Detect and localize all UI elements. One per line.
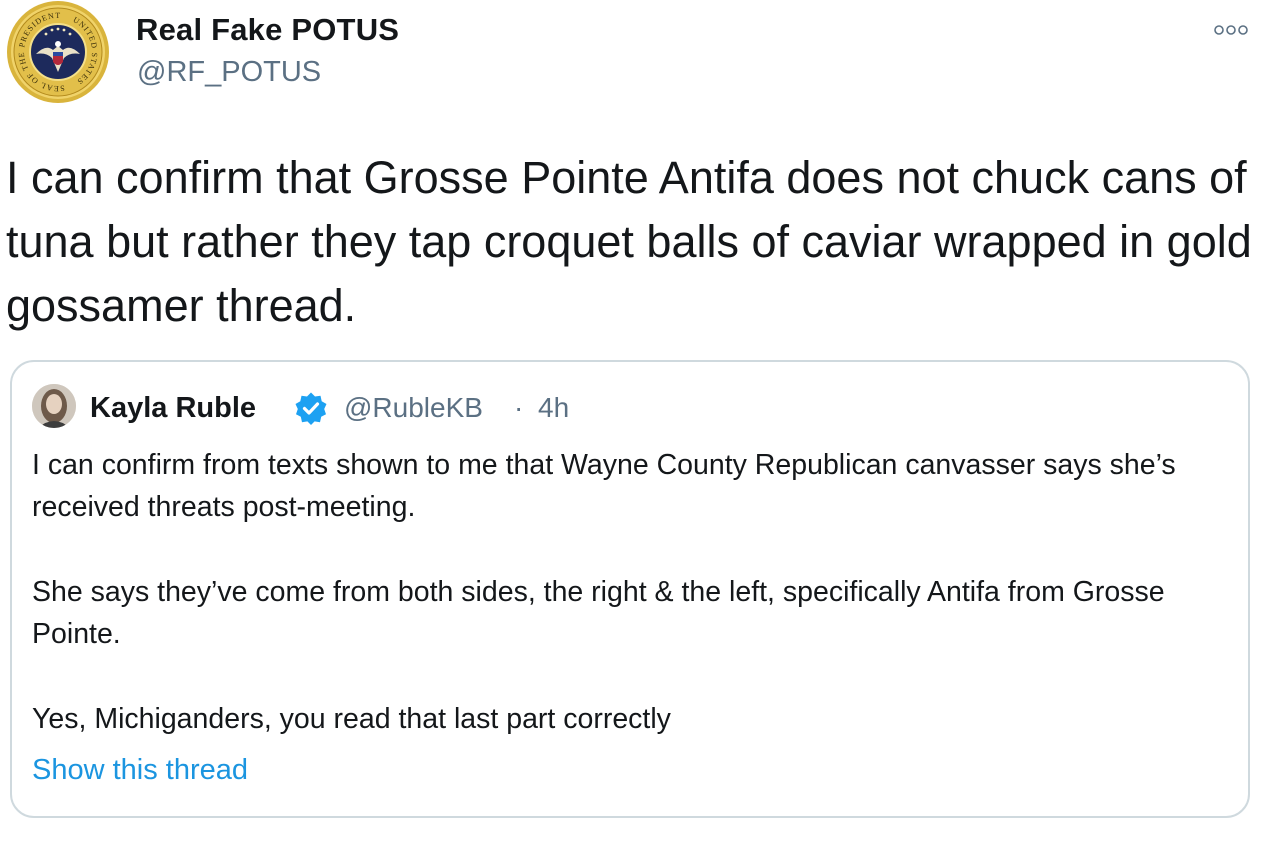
verified-badge-icon: [294, 391, 328, 425]
quoted-display-name[interactable]: Kayla Ruble: [90, 392, 256, 425]
meta-separator: ·: [514, 392, 524, 423]
quoted-handle[interactable]: @RubleKB: [344, 392, 483, 424]
author-avatar[interactable]: PRESIDENT UNITED STATES SEAL OF THE: [6, 0, 110, 104]
tweet-text: I can confirm that Grosse Pointe Antifa …: [6, 152, 1252, 331]
more-options-button[interactable]: [1208, 18, 1254, 42]
show-thread-link[interactable]: Show this thread: [32, 754, 248, 787]
more-horizontal-icon: [1214, 25, 1248, 35]
presidential-seal-icon: PRESIDENT UNITED STATES SEAL OF THE: [7, 1, 109, 103]
avatar-photo-icon: [32, 384, 76, 428]
quoted-paragraph: Yes, Michiganders, you read that last pa…: [32, 703, 671, 735]
quoted-tweet-card[interactable]: Kayla Ruble @RubleKB · 4h I can confirm …: [10, 360, 1250, 818]
quoted-author-avatar[interactable]: [32, 384, 76, 428]
quoted-paragraph: I can confirm from texts shown to me tha…: [32, 449, 1176, 523]
quoted-timestamp[interactable]: 4h: [538, 392, 569, 424]
author-handle[interactable]: @RF_POTUS: [137, 56, 321, 89]
quoted-paragraph: She says they’ve come from both sides, t…: [32, 576, 1165, 650]
quoted-tweet-text: I can confirm from texts shown to me tha…: [32, 444, 1232, 740]
author-display-name[interactable]: Real Fake POTUS: [136, 12, 399, 48]
